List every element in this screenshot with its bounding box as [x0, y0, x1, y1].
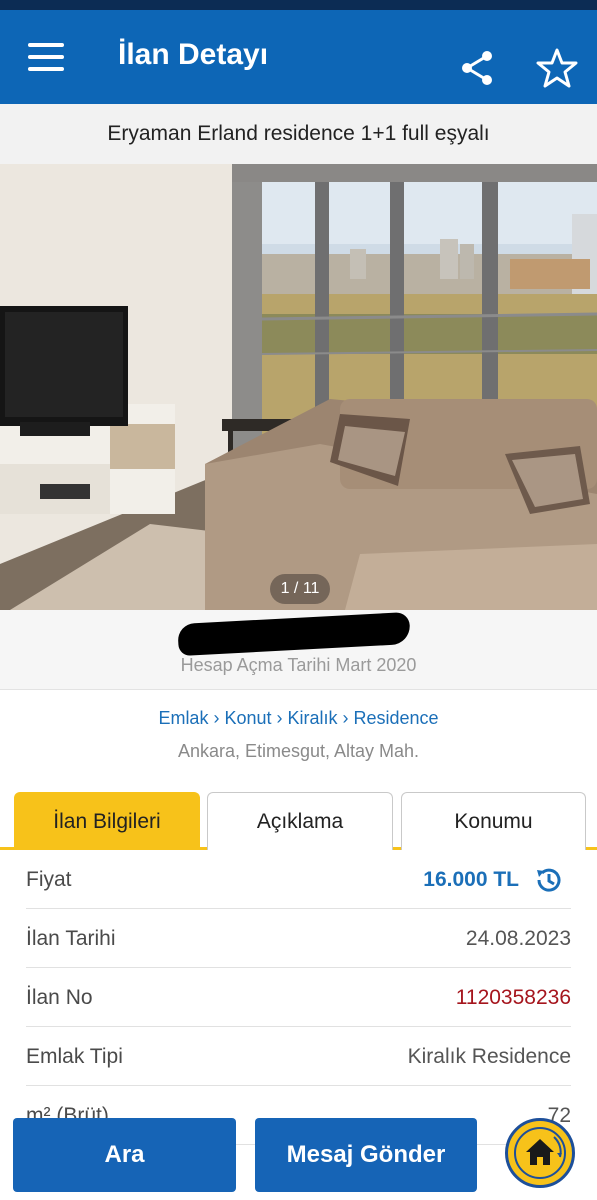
tab-bar: İlan Bilgileri Açıklama Konumu: [0, 780, 597, 850]
search-button[interactable]: Ara: [13, 1118, 236, 1192]
share-icon[interactable]: [458, 48, 498, 88]
account-opened-date: Hesap Açma Tarihi Mart 2020: [180, 655, 417, 675]
home-icon: [526, 1136, 562, 1165]
detail-label: İlan No: [26, 986, 93, 1009]
room-photo-illustration: [0, 164, 597, 610]
tab-ilan-bilgileri[interactable]: İlan Bilgileri: [14, 792, 200, 850]
home-button[interactable]: [505, 1118, 575, 1188]
listing-photo[interactable]: 1 / 11: [0, 164, 597, 610]
details-list: Fiyat 16.000 TL İlan Tarihi 24.08.2023 İ…: [0, 850, 597, 1145]
detail-row-price: Fiyat 16.000 TL: [26, 850, 571, 909]
detail-value: Kiralık Residence: [407, 1045, 571, 1068]
detail-label: Fiyat: [26, 868, 72, 891]
star-icon[interactable]: [535, 46, 579, 90]
app-bar: İlan Detayı: [0, 10, 597, 104]
price-value: 16.000 TL: [423, 868, 519, 891]
status-bar: [0, 0, 597, 10]
detail-row-listing-no: İlan No 1120358236: [26, 968, 571, 1027]
location-text: Ankara, Etimesgut, Altay Mah.: [177, 741, 420, 761]
detail-label: Emlak Tipi: [26, 1045, 123, 1068]
tab-konumu[interactable]: Konumu: [401, 792, 586, 850]
menu-icon[interactable]: [28, 43, 64, 73]
category-info: Emlak › Konut › Kiralık › Residence Anka…: [0, 690, 597, 780]
page-title: İlan Detayı: [118, 38, 269, 71]
detail-row-type: Emlak Tipi Kiralık Residence: [26, 1027, 571, 1086]
detail-label: İlan Tarihi: [26, 927, 116, 950]
photo-counter: 1 / 11: [270, 574, 330, 604]
breadcrumb[interactable]: Emlak › Konut › Kiralık › Residence: [0, 690, 597, 729]
redacted-seller-name: [177, 611, 411, 657]
listing-title: Eryaman Erland residence 1+1 full eşyalı: [0, 104, 597, 164]
detail-value: 24.08.2023: [465, 927, 571, 950]
seller-card[interactable]: Hesap Açma Tarihi Mart 2020: [0, 610, 597, 690]
send-message-button[interactable]: Mesaj Gönder: [255, 1118, 477, 1192]
listing-number-value: 1120358236: [455, 986, 571, 1009]
price-history-icon[interactable]: [533, 865, 563, 895]
tab-aciklama[interactable]: Açıklama: [207, 792, 393, 850]
detail-row-date: İlan Tarihi 24.08.2023: [26, 909, 571, 968]
